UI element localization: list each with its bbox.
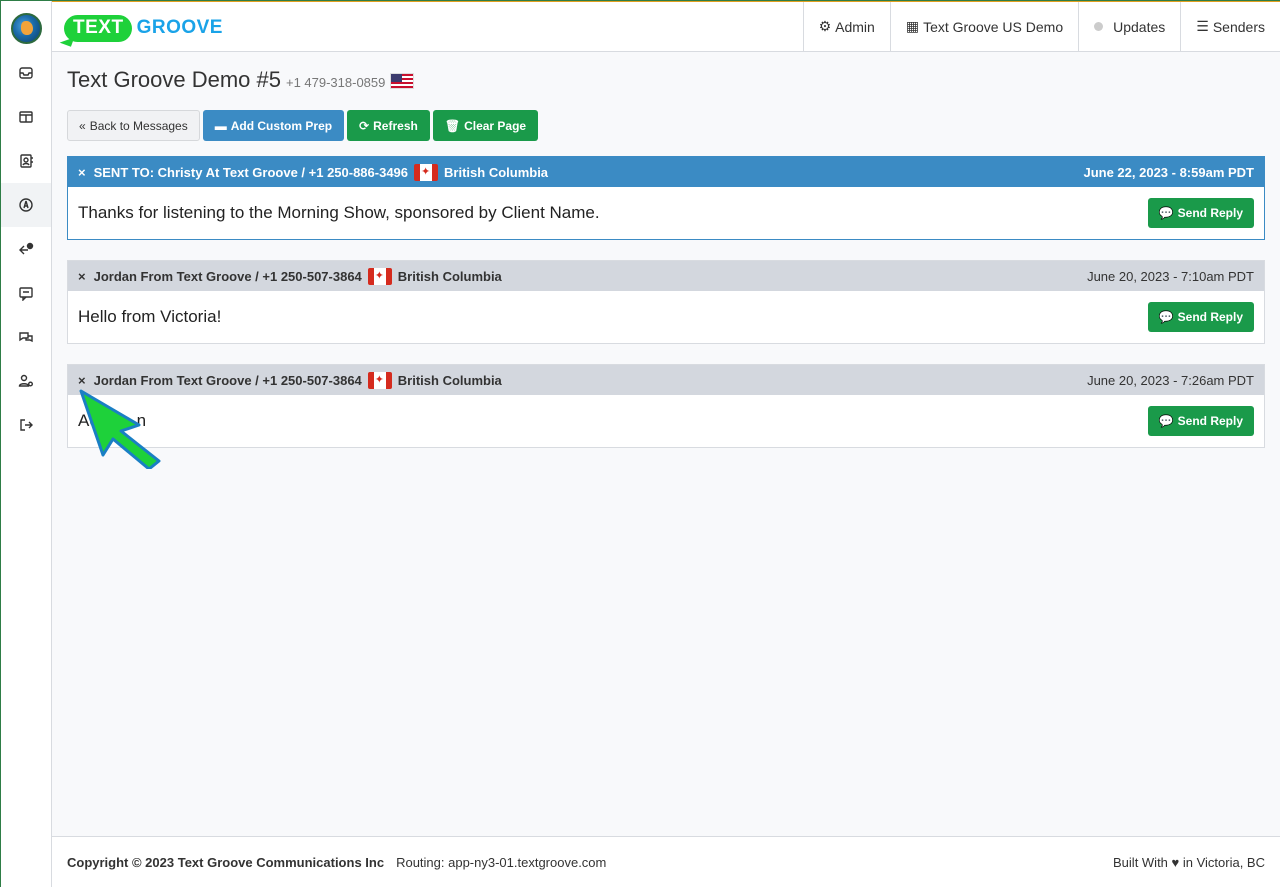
logout-icon — [20, 419, 33, 431]
reply-icon — [19, 242, 34, 255]
logo-part1: TEXT — [64, 14, 132, 42]
message-region: British Columbia — [397, 268, 502, 284]
sidebar-item-reply[interactable] — [1, 227, 51, 271]
message-sender: Jordan From Text Groove / +1 250-507-386… — [93, 268, 362, 284]
sidebar — [1, 1, 52, 887]
sidebar-item-chat[interactable] — [1, 271, 51, 315]
message-date: June 20, 2023 - 7:26am PDT — [1087, 372, 1254, 388]
custom-prep-label: Add Custom Prep — [230, 118, 333, 133]
app-globe-logo[interactable] — [11, 13, 42, 44]
sidebar-item-compass[interactable] — [1, 183, 51, 227]
message-card: × SENT TO: Christy At Text Groove / +1 2… — [67, 156, 1265, 240]
layout-icon — [19, 111, 33, 123]
close-icon[interactable]: × — [78, 165, 86, 180]
compass-icon — [19, 198, 33, 212]
logo-part2: GROOVE — [136, 17, 223, 38]
header: TEXT GROOVE ⚙ Admin ▦ Text Groove US Dem… — [52, 2, 1280, 52]
message-region: British Columbia — [444, 164, 549, 180]
building-icon: ▦ — [905, 18, 920, 34]
chat-icon — [19, 287, 33, 301]
trash-icon: 🗑 — [444, 118, 461, 133]
message-header: × SENT TO: Christy At Text Groove / +1 2… — [68, 157, 1264, 187]
back-button-label: Back to Messages — [89, 118, 188, 133]
sidebar-item-user-settings[interactable] — [1, 359, 51, 403]
canada-flag-icon — [414, 163, 439, 181]
nav-admin[interactable]: ⚙ Admin — [802, 2, 890, 51]
clear-page-button[interactable]: 🗑 Clear Page — [432, 110, 539, 141]
message-text: Thanks for listening to the Morning Show… — [78, 203, 600, 222]
text-groove-logo[interactable]: TEXT GROOVE — [64, 12, 223, 44]
message-prefix: SENT TO: — [93, 164, 155, 180]
us-flag-icon — [390, 73, 415, 89]
close-icon[interactable]: × — [78, 269, 86, 284]
close-icon[interactable]: × — [78, 373, 86, 388]
message-sender: Jordan From Text Groove / +1 250-507-386… — [93, 372, 362, 388]
footer-copyright: Copyright © 2023 Text Groove Communicati… — [67, 854, 385, 870]
page-title: Text Groove Demo #5 — [67, 67, 281, 92]
nav-updates[interactable]: Updates — [1078, 2, 1180, 51]
nav-account[interactable]: ▦ Text Groove US Demo — [889, 2, 1078, 51]
refresh-icon: ⟳ — [359, 118, 370, 133]
chat-bubble-icon: 💬 — [1158, 414, 1174, 428]
senders-icon: ☰ — [1196, 18, 1209, 34]
top-nav: ⚙ Admin ▦ Text Groove US Demo Updates ☰ … — [802, 2, 1280, 51]
message-body: Thanks for listening to the Morning Show… — [68, 187, 1264, 239]
send-reply-button[interactable]: 💬 Send Reply — [1147, 302, 1254, 332]
footer-built-with: Built With ♥ in Victoria, BC — [1113, 854, 1265, 870]
status-dot-icon — [1094, 22, 1104, 31]
nav-senders-label: Senders — [1212, 18, 1265, 35]
send-reply-label: Send Reply — [1177, 310, 1243, 324]
send-reply-button[interactable]: 💬 Send Reply — [1147, 198, 1254, 228]
message-header: × Jordan From Text Groove / +1 250-507-3… — [68, 365, 1264, 395]
send-reply-label: Send Reply — [1177, 206, 1243, 220]
message-body: Ae n 💬 Send Reply — [68, 395, 1264, 447]
send-reply-button[interactable]: 💬 Send Reply — [1147, 406, 1254, 436]
message-date: June 22, 2023 - 8:59am PDT — [1083, 164, 1254, 180]
canada-flag-icon — [367, 371, 392, 389]
message-region: British Columbia — [397, 372, 502, 388]
back-to-messages-button[interactable]: « Back to Messages — [67, 110, 200, 141]
add-custom-prep-button[interactable]: ▬ Add Custom Prep — [202, 110, 345, 141]
refresh-label: Refresh — [373, 118, 418, 133]
action-toolbar: « Back to Messages ▬ Add Custom Prep ⟳ R… — [67, 110, 539, 141]
nav-updates-label: Updates — [1113, 18, 1166, 35]
nav-admin-label: Admin — [835, 18, 875, 35]
nav-account-label: Text Groove US Demo — [923, 18, 1064, 35]
main-content: Text Groove Demo #5 +1 479-318-0859 « Ba… — [52, 52, 1280, 836]
page-phone: +1 479-318-0859 — [285, 75, 386, 90]
message-text: Hello from Victoria! — [78, 307, 222, 326]
sidebar-item-inbox[interactable] — [1, 51, 51, 95]
comment-icon: ▬ — [214, 118, 227, 133]
sidebar-item-contacts[interactable] — [1, 139, 51, 183]
sidebar-item-conversations[interactable] — [1, 315, 51, 359]
nav-senders[interactable]: ☰ Senders — [1180, 2, 1280, 51]
chat-bubble-icon: 💬 — [1158, 310, 1174, 324]
message-sender: Christy At Text Groove / +1 250-886-3496 — [157, 164, 409, 180]
pointer-arrow-icon — [79, 389, 161, 469]
double-chevron-left-icon: « — [79, 118, 86, 133]
sidebar-item-layout[interactable] — [1, 95, 51, 139]
chat-bubble-icon: 💬 — [1158, 206, 1174, 220]
refresh-button[interactable]: ⟳ Refresh — [347, 110, 430, 141]
contacts-icon — [20, 154, 33, 168]
sidebar-item-logout[interactable] — [1, 403, 51, 447]
footer: Copyright © 2023 Text Groove Communicati… — [52, 836, 1280, 887]
footer-routing: Routing: app-ny3-01.textgroove.com — [396, 854, 607, 870]
gear-icon: ⚙ — [818, 18, 832, 34]
message-date: June 20, 2023 - 7:10am PDT — [1087, 268, 1254, 284]
clear-page-label: Clear Page — [464, 118, 527, 133]
message-card: × Jordan From Text Groove / +1 250-507-3… — [67, 364, 1265, 448]
message-header: × Jordan From Text Groove / +1 250-507-3… — [68, 261, 1264, 291]
page-title-row: Text Groove Demo #5 +1 479-318-0859 — [67, 67, 415, 93]
conversations-icon — [19, 332, 33, 343]
inbox-icon — [19, 67, 33, 79]
message-card: × Jordan From Text Groove / +1 250-507-3… — [67, 260, 1265, 344]
send-reply-label: Send Reply — [1177, 414, 1243, 428]
canada-flag-icon — [367, 267, 392, 285]
user-settings-icon — [18, 374, 33, 387]
message-body: Hello from Victoria! 💬 Send Reply — [68, 291, 1264, 343]
